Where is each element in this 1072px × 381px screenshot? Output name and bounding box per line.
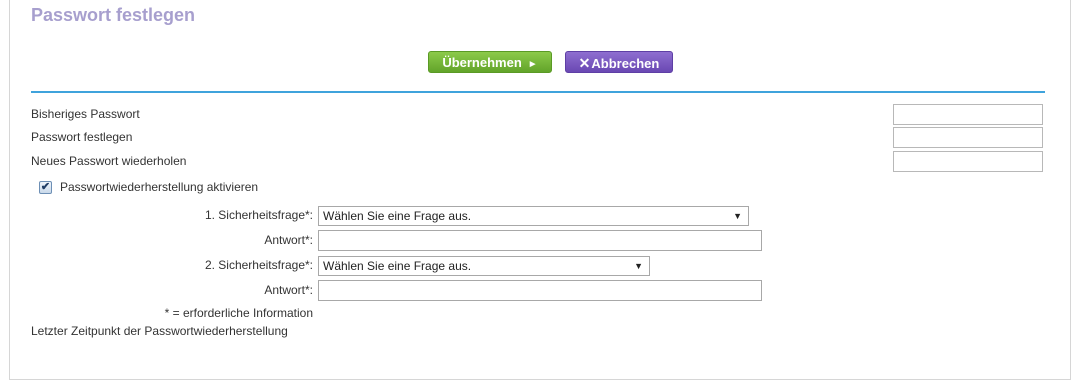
close-icon: ✕ bbox=[578, 55, 591, 71]
page-title: Passwort festlegen bbox=[31, 5, 196, 25]
recovery-enable-label: Passwortwiederherstellung aktivieren bbox=[60, 180, 259, 194]
answer-2-input[interactable] bbox=[318, 280, 762, 301]
new-password-label: Passwort festlegen bbox=[31, 130, 133, 144]
dropdown-arrow-icon: ▼ bbox=[634, 261, 643, 271]
required-note: * = erforderliche Information bbox=[164, 306, 313, 320]
apply-button[interactable]: Übernehmen ► bbox=[428, 51, 552, 73]
security-question-1-label: 1. Sicherheitsfrage*: bbox=[204, 208, 313, 222]
dropdown-arrow-icon: ▼ bbox=[733, 211, 742, 221]
play-arrow-icon: ► bbox=[527, 59, 538, 70]
security-question-1-select[interactable]: Wählen Sie eine Frage aus. ▼ bbox=[318, 206, 749, 226]
repeat-password-input[interactable] bbox=[893, 151, 1043, 172]
security-question-1-value: Wählen Sie eine Frage aus. bbox=[323, 209, 472, 223]
security-question-2-select[interactable]: Wählen Sie eine Frage aus. ▼ bbox=[318, 256, 650, 276]
new-password-input[interactable] bbox=[893, 127, 1043, 148]
answer-1-label: Antwort*: bbox=[264, 233, 313, 247]
answer-1-input[interactable] bbox=[318, 230, 762, 251]
old-password-input[interactable] bbox=[893, 104, 1043, 125]
recovery-enable-checkbox[interactable]: ✔ bbox=[39, 181, 52, 194]
last-recovery-label: Letzter Zeitpunkt der Passwortwiederhers… bbox=[31, 324, 288, 338]
repeat-password-label: Neues Passwort wiederholen bbox=[31, 154, 187, 168]
apply-button-label: Übernehmen bbox=[442, 55, 522, 70]
section-divider bbox=[31, 91, 1045, 93]
old-password-label: Bisheriges Passwort bbox=[31, 107, 140, 121]
answer-2-label: Antwort*: bbox=[264, 283, 313, 297]
cancel-button[interactable]: ✕Abbrechen bbox=[565, 51, 673, 73]
security-question-2-label: 2. Sicherheitsfrage*: bbox=[204, 258, 313, 272]
security-question-2-value: Wählen Sie eine Frage aus. bbox=[323, 259, 472, 273]
cancel-button-label: Abbrechen bbox=[591, 56, 660, 71]
